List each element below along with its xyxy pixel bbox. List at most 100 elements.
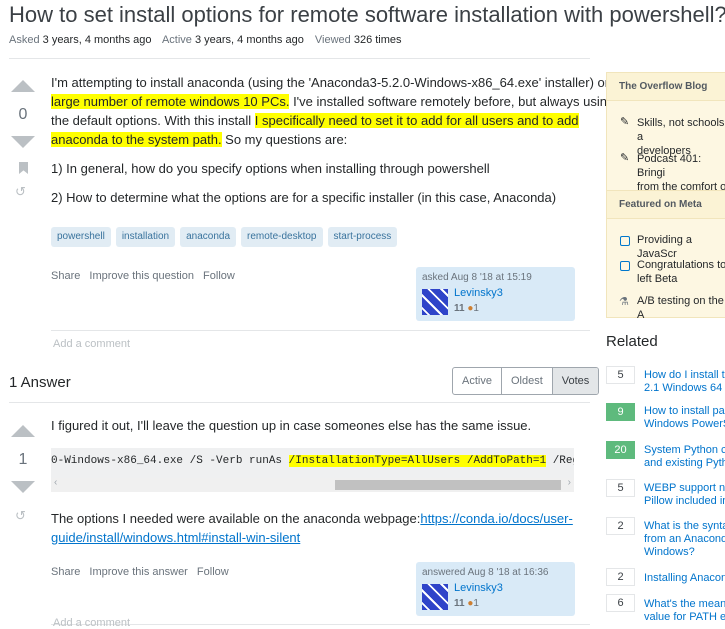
related-score[interactable]: 5: [606, 366, 635, 384]
question-meta: Asked 3 years, 4 months ago Active 3 yea…: [9, 34, 410, 46]
related-link-3[interactable]: System Python co and existing Pytho: [644, 444, 725, 470]
question-text: I'm attempting to install anaconda (usin…: [51, 73, 623, 149]
answer-score: 1: [18, 451, 28, 468]
follow-link[interactable]: Follow: [197, 566, 229, 578]
answer-intro: I figured it out, I'll leave the questio…: [51, 418, 532, 433]
code-text: 0-Windows-x86_64.exe /S -Verb runAs: [51, 455, 289, 467]
related-link-4[interactable]: WEBP support no Pillow included in: [644, 482, 725, 508]
viewed-value: 326 times: [353, 34, 402, 46]
tag-anaconda[interactable]: anaconda: [180, 227, 237, 247]
user-name[interactable]: Levinsky3: [454, 287, 503, 299]
bronze-count: 1: [473, 303, 479, 314]
follow-link[interactable]: Follow: [203, 270, 235, 282]
sort-tab-oldest[interactable]: Oldest: [502, 368, 553, 394]
user-reputation: 11 ●1: [454, 598, 479, 609]
tag-powershell[interactable]: powershell: [51, 227, 111, 247]
question-line: I'm attempting to install anaconda (usin…: [51, 75, 623, 90]
asked-timestamp[interactable]: asked Aug 8 '18 at 15:19: [422, 272, 569, 283]
meta-item-3[interactable]: A/B testing on the A: [637, 294, 725, 322]
answers-divider: [9, 402, 590, 403]
chat-icon: [620, 233, 630, 251]
sort-tab-active[interactable]: Active: [453, 368, 502, 394]
tag-installation[interactable]: installation: [115, 227, 176, 247]
meta-item-1[interactable]: Providing a JavaScr: [637, 233, 725, 261]
upvote-arrow-icon[interactable]: [11, 80, 35, 92]
answers-count-heading: 1 Answer: [9, 374, 71, 391]
code-highlight: /InstallationType=AllUsers /AddToPath=1: [288, 455, 547, 467]
asked-value: 3 years, 4 months ago: [42, 34, 152, 46]
anaconda-docs-link[interactable]: https://conda.io/docs/user-: [420, 511, 572, 526]
title-divider: [9, 58, 590, 59]
avatar[interactable]: [422, 584, 448, 610]
avatar[interactable]: [422, 289, 448, 315]
related-score-accepted[interactable]: 9: [606, 403, 635, 421]
blog-heading: The Overflow Blog: [607, 73, 725, 101]
improve-answer-link[interactable]: Improve this answer: [89, 566, 187, 578]
meta-item-2[interactable]: Congratulations to left Beta: [637, 258, 725, 286]
improve-question-link[interactable]: Improve this question: [89, 270, 194, 282]
blog-item-2[interactable]: Podcast 401: Bringi from the comfort o: [637, 152, 725, 194]
active-label: Active: [161, 34, 192, 46]
pencil-icon: ✎: [620, 152, 630, 164]
question-line: So my questions are:: [221, 132, 348, 147]
question-point-2: 2) How to determine what the options are…: [51, 190, 557, 205]
tag-start-process[interactable]: start-process: [327, 227, 398, 247]
related-link-6[interactable]: Installing Anacon: [644, 572, 725, 585]
asker-usercard: asked Aug 8 '18 at 15:19 Levinsky3 11 ●1: [416, 267, 575, 321]
code-scrollbar[interactable]: ‹ ›: [51, 477, 574, 492]
flask-icon: ⚗: [619, 296, 629, 308]
related-score-accepted[interactable]: 20: [606, 441, 635, 459]
asked-label: Asked: [9, 34, 40, 46]
scroll-left-icon[interactable]: ‹: [54, 477, 57, 488]
share-link[interactable]: Share: [51, 566, 80, 578]
sort-tab-votes[interactable]: Votes: [552, 368, 599, 394]
user-name[interactable]: Levinsky3: [454, 582, 503, 594]
answer-menu: Share Improve this answer Follow: [51, 566, 235, 578]
highlight-text: large number of remote windows 10 PCs.: [51, 94, 290, 109]
code-block: 0-Windows-x86_64.exe /S -Verb runAs /Ins…: [51, 448, 574, 478]
chat-icon: [620, 258, 630, 276]
page-title[interactable]: How to set install options for remote so…: [9, 2, 725, 28]
related-score[interactable]: 5: [606, 479, 635, 497]
related-score[interactable]: 2: [606, 517, 635, 535]
sidebar-widget: The Overflow Blog ✎ Skills, not schools,…: [606, 72, 725, 321]
related-score[interactable]: 6: [606, 594, 635, 612]
pencil-icon: ✎: [620, 116, 630, 128]
related-link-1[interactable]: How do I install th 2.1 Windows 64 b: [644, 369, 725, 395]
question-point-1: 1) In general, how do you specify option…: [51, 161, 490, 176]
related-link-2[interactable]: How to install pacWindows PowerSh: [644, 405, 725, 431]
user-reputation: 11 ●1: [454, 303, 479, 314]
scroll-thumb[interactable]: [335, 480, 561, 490]
question-line: I've installed software remotely before,…: [289, 94, 615, 109]
anaconda-docs-link-cont[interactable]: guide/install/windows.html#install-win-s…: [51, 530, 300, 545]
viewed-label: Viewed: [314, 34, 351, 46]
answer-sort-tabs: Active Oldest Votes: [452, 367, 600, 395]
code-text: /RegisterPython=1}: [552, 455, 574, 467]
active-value[interactable]: 3 years, 4 months ago: [195, 34, 304, 46]
highlight-text: anaconda to the system path.: [51, 132, 222, 147]
add-comment-link[interactable]: Add a comment: [53, 338, 130, 350]
tag-remote-desktop[interactable]: remote-desktop: [241, 227, 323, 247]
answer-history-icon[interactable]: ↺: [15, 508, 26, 524]
answer-line: The options I needed were available on t…: [51, 511, 421, 526]
answer-downvote-arrow-icon[interactable]: [11, 481, 35, 493]
history-icon[interactable]: ↺: [15, 184, 26, 200]
related-link-7[interactable]: What's the meani value for PATH en: [644, 598, 725, 624]
related-score[interactable]: 2: [606, 568, 635, 586]
share-link[interactable]: Share: [51, 270, 80, 282]
downvote-arrow-icon[interactable]: [11, 136, 35, 148]
question-line: the default options. With this install: [51, 113, 255, 128]
answer-add-comment-link[interactable]: Add a comment: [53, 617, 130, 629]
answer-upvote-arrow-icon[interactable]: [11, 425, 35, 437]
bookmark-icon[interactable]: [19, 162, 28, 174]
related-link-5[interactable]: What is the syntax from an Anacond Windows…: [644, 520, 725, 559]
answerer-usercard: answered Aug 8 '18 at 16:36 Levinsky3 11…: [416, 562, 575, 616]
answered-timestamp[interactable]: answered Aug 8 '18 at 16:36: [422, 567, 569, 578]
meta-heading: Featured on Meta: [607, 191, 725, 219]
question-body: I'm attempting to install anaconda (usin…: [51, 73, 623, 207]
scroll-right-icon[interactable]: ›: [568, 477, 571, 488]
highlight-text: I specifically need to set it to add for…: [254, 113, 579, 128]
bronze-count: 1: [473, 598, 479, 609]
answer-text: The options I needed were available on t…: [51, 509, 591, 547]
rep-count: 11: [454, 598, 465, 609]
